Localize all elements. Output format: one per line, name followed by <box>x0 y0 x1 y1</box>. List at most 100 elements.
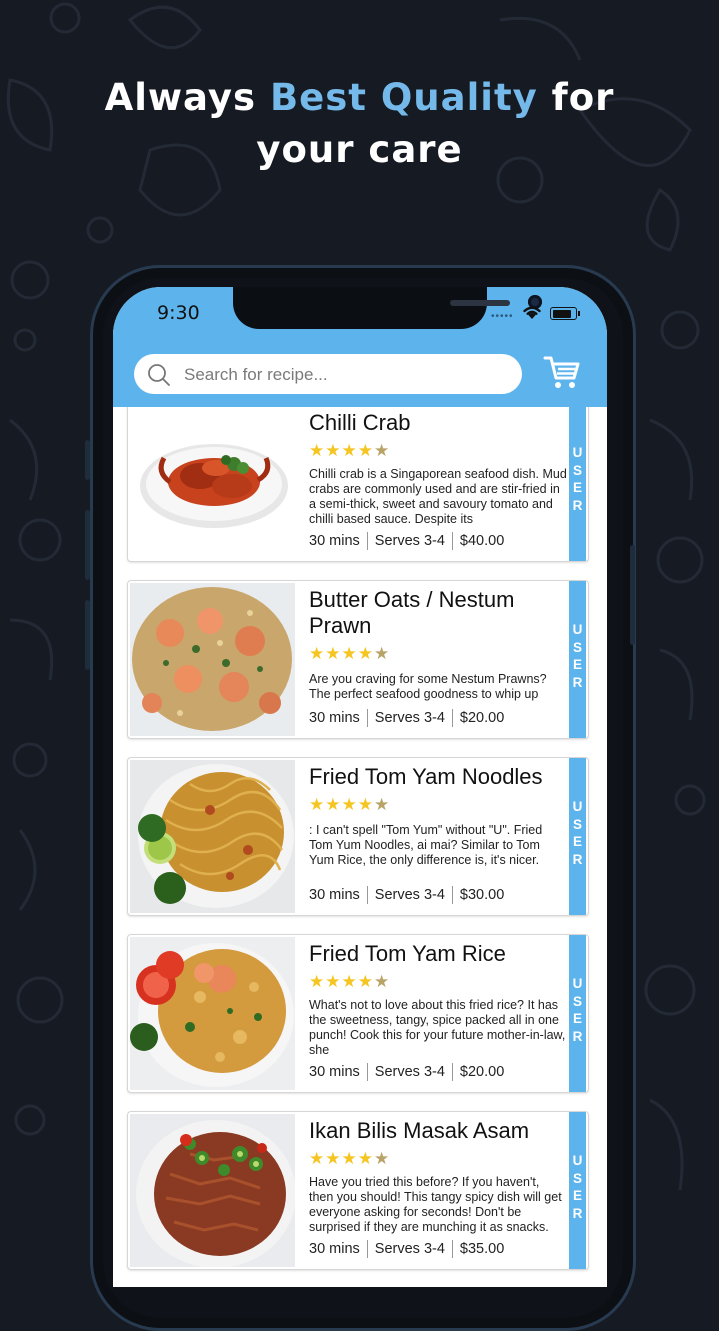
recipe-title: Fried Tom Yam Noodles <box>309 764 543 789</box>
user-tab-letter: S <box>572 993 582 1009</box>
recipe-title: Butter Oats / Nestum Prawn <box>309 587 515 638</box>
recipe-price: $30.00 <box>459 886 505 903</box>
phone-notch <box>233 287 542 329</box>
user-tab-letter: U <box>572 445 583 460</box>
user-tab-letter: R <box>572 497 583 513</box>
battery-level <box>552 309 571 318</box>
meta-divider <box>366 1063 368 1081</box>
star-icon-half: ★ <box>373 1149 391 1168</box>
user-tab-letter: E <box>572 1188 582 1203</box>
recipe-time: 30 mins <box>309 532 360 549</box>
recipe-title: Fried Tom Yam Rice <box>309 941 506 966</box>
recipe-card-body: Ikan Bilis Masak Asam ★★★★★ Have you tri… <box>309 1112 571 1269</box>
recipe-description: Chilli crab is a Singaporean seafood dis… <box>309 467 567 526</box>
meta-divider <box>451 709 453 727</box>
signal-icon: ••••• <box>491 311 514 322</box>
recipe-card-body: Fried Tom Yam Noodles ★★★★★ : I can't sp… <box>309 758 571 915</box>
cart-icon[interactable] <box>543 354 581 390</box>
user-tab[interactable]: USER <box>569 1112 586 1269</box>
rating-stars: ★★★★★ <box>309 645 390 663</box>
user-tab-label: USER <box>569 444 586 514</box>
user-tab-letter: S <box>572 462 582 478</box>
recipe-price: $40.00 <box>459 532 505 549</box>
recipe-meta: 30 mins Serves 3-4 $35.00 <box>309 1240 504 1258</box>
wifi-icon <box>523 306 541 319</box>
recipe-card-body: Fried Tom Yam Rice ★★★★★ What's not to l… <box>309 935 571 1092</box>
recipe-card-fried-tom-yam-rice[interactable]: Fried Tom Yam Rice ★★★★★ What's not to l… <box>127 934 589 1093</box>
user-tab[interactable]: USER <box>569 581 586 738</box>
user-tab-letter: R <box>572 674 583 690</box>
rating-stars: ★★★★★ <box>309 973 390 991</box>
recipe-image-fried-tom-yam-rice <box>130 937 295 1090</box>
user-tab[interactable]: USER <box>569 407 586 561</box>
phone-screen: 9:30 ••••• Search for recipe... Chilli C… <box>113 287 607 1287</box>
search-toolbar <box>113 349 607 407</box>
star-icons-full: ★★★★ <box>309 795 374 814</box>
recipe-meta: 30 mins Serves 3-4 $20.00 <box>309 709 504 727</box>
search-input[interactable] <box>182 361 506 389</box>
battery-icon <box>550 307 577 320</box>
recipe-image-chilli-crab <box>130 407 295 559</box>
user-tab-label: USER <box>569 621 586 691</box>
phone-power-button <box>630 545 635 645</box>
star-icon-half: ★ <box>373 972 391 991</box>
meta-divider <box>366 1240 368 1258</box>
star-icons-full: ★★★★ <box>309 1149 374 1168</box>
meta-divider <box>366 532 368 550</box>
recipe-serves: Serves 3-4 <box>374 1063 445 1080</box>
battery-tip <box>578 311 580 316</box>
user-tab[interactable]: USER <box>569 935 586 1092</box>
user-tab[interactable]: USER <box>569 758 586 915</box>
recipe-list: Chilli Crab ★★★★★ Chilli crab is a Singa… <box>113 407 607 1287</box>
recipe-card-fried-tom-yam-noodles[interactable]: Fried Tom Yam Noodles ★★★★★ : I can't sp… <box>127 757 589 916</box>
rating-stars: ★★★★★ <box>309 442 390 460</box>
recipe-image-butter-oats-prawn <box>130 583 295 736</box>
recipe-serves: Serves 3-4 <box>374 886 445 903</box>
recipe-card-body: Butter Oats / Nestum Prawn ★★★★★ Are you… <box>309 581 571 738</box>
recipe-time: 30 mins <box>309 709 360 726</box>
recipe-description: Are you craving for some Nestum Prawns? … <box>309 672 547 701</box>
recipe-price: $20.00 <box>459 1063 505 1080</box>
user-tab-letter: E <box>572 834 582 849</box>
user-tab-letter: E <box>572 1011 582 1026</box>
recipe-card-body: Chilli Crab ★★★★★ Chilli crab is a Singa… <box>309 407 571 561</box>
meta-divider <box>366 886 368 904</box>
recipe-meta: 30 mins Serves 3-4 $40.00 <box>309 532 504 550</box>
recipe-card-ikan-bilis-masak-asam[interactable]: Ikan Bilis Masak Asam ★★★★★ Have you tri… <box>127 1111 589 1270</box>
recipe-serves: Serves 3-4 <box>374 709 445 726</box>
search-box[interactable] <box>134 354 522 394</box>
headline-word-for: for <box>551 76 615 119</box>
recipe-title: Ikan Bilis Masak Asam <box>309 1118 530 1143</box>
recipe-description: : I can't spell "Tom Yum" without "U". F… <box>309 823 543 867</box>
recipe-description: Have you tried this before? If you haven… <box>309 1175 562 1234</box>
user-tab-letter: U <box>572 622 583 637</box>
headline-word-always: Always <box>104 76 257 119</box>
promo-headline: Always Best Quality for your care <box>0 72 719 176</box>
phone-side-button-left <box>85 440 90 480</box>
speaker-grille <box>450 300 510 306</box>
recipe-image-ikan-bilis-masak-asam <box>130 1114 295 1267</box>
user-tab-letter: S <box>572 639 582 655</box>
user-tab-letter: U <box>572 1153 583 1168</box>
meta-divider <box>451 1063 453 1081</box>
user-tab-letter: U <box>572 976 583 991</box>
user-tab-letter: R <box>572 851 583 867</box>
phone-volume-button-down <box>85 600 90 670</box>
meta-divider <box>366 709 368 727</box>
headline-line-2: your care <box>256 128 463 171</box>
rating-stars: ★★★★★ <box>309 1150 390 1168</box>
user-tab-letter: R <box>572 1205 583 1221</box>
recipe-image-fried-tom-yam-noodles <box>130 760 295 913</box>
recipe-card-chilli-crab[interactable]: Chilli Crab ★★★★★ Chilli crab is a Singa… <box>127 407 589 562</box>
star-icons-full: ★★★★ <box>309 972 374 991</box>
recipe-time: 30 mins <box>309 1063 360 1080</box>
user-tab-letter: E <box>572 657 582 672</box>
headline-accent: Best Quality <box>269 76 538 119</box>
user-tab-label: USER <box>569 975 586 1045</box>
user-tab-label: USER <box>569 798 586 868</box>
recipe-price: $20.00 <box>459 709 505 726</box>
user-tab-letter: E <box>572 480 582 495</box>
star-icons-full: ★★★★ <box>309 644 374 663</box>
recipe-serves: Serves 3-4 <box>374 532 445 549</box>
recipe-card-butter-oats-prawn[interactable]: Butter Oats / Nestum Prawn ★★★★★ Are you… <box>127 580 589 739</box>
